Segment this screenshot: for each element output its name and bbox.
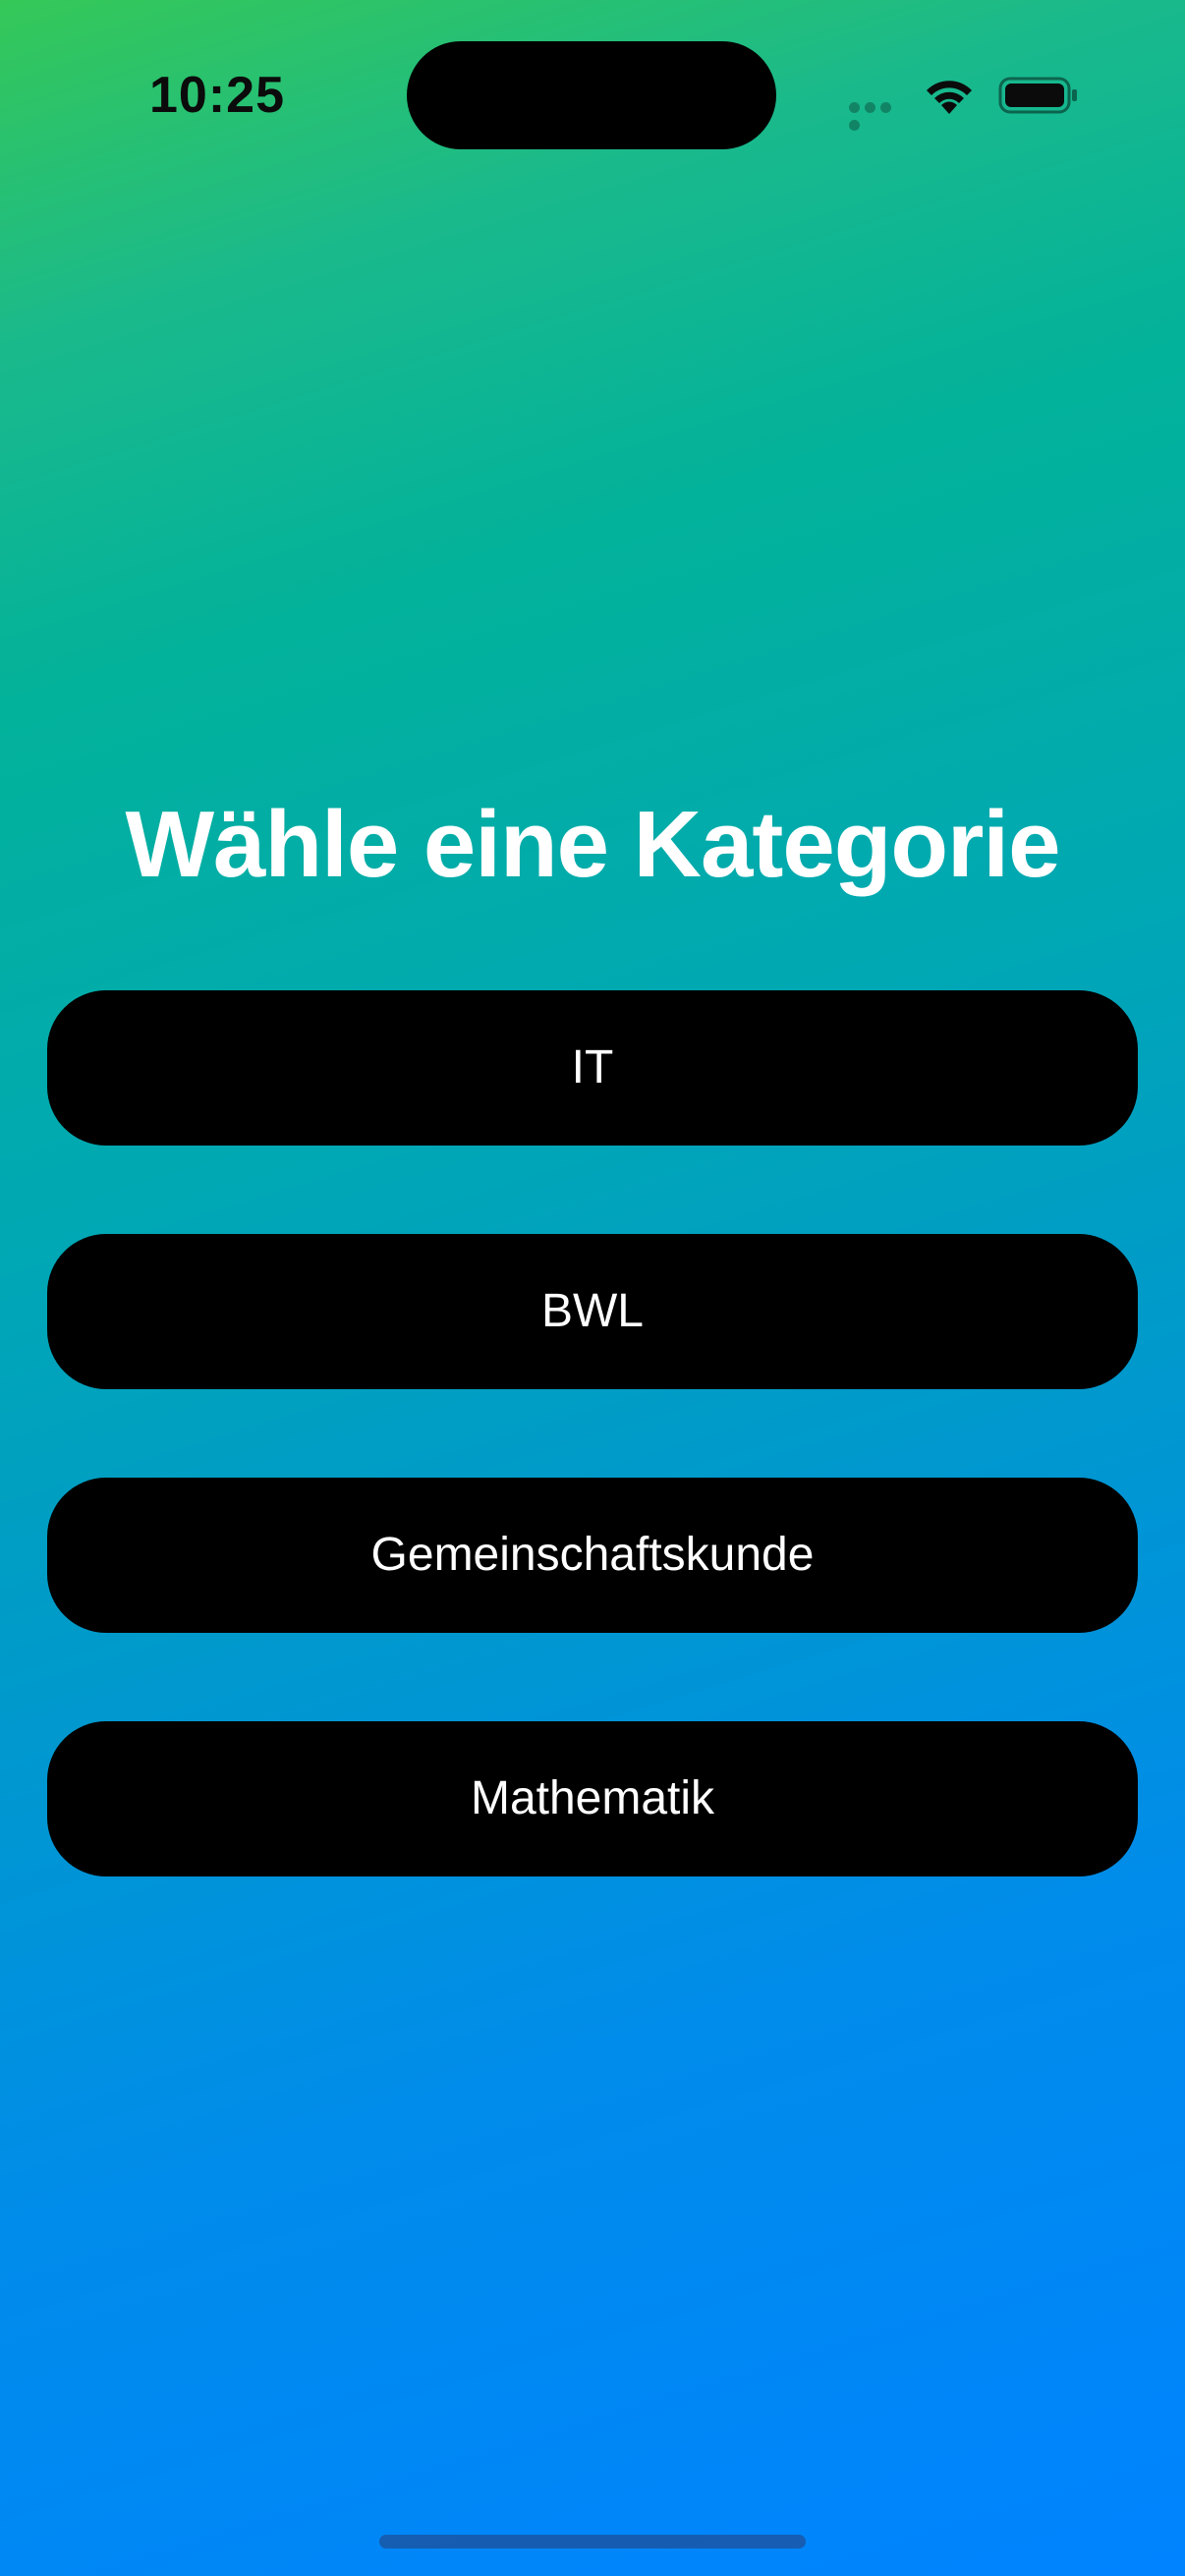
wifi-icon bbox=[927, 81, 972, 114]
category-button-label: Mathematik bbox=[470, 1772, 715, 1824]
category-button-label: BWL bbox=[540, 1285, 644, 1337]
status-time: 10:25 bbox=[149, 67, 285, 124]
category-button-it[interactable]: IT bbox=[47, 990, 1138, 1146]
category-button-mathematik[interactable]: Mathematik bbox=[47, 1721, 1138, 1876]
cellular-signal-icon bbox=[849, 102, 910, 131]
battery-icon bbox=[998, 77, 1077, 114]
home-indicator[interactable] bbox=[379, 2535, 806, 2548]
category-button-bwl[interactable]: BWL bbox=[47, 1234, 1138, 1389]
category-button-label: IT bbox=[571, 1041, 614, 1093]
category-screen: 10:25 Wähle eine Kategorie IT BWL Gemein… bbox=[0, 0, 1185, 2576]
dynamic-island bbox=[407, 41, 776, 149]
page-title: Wähle eine Kategorie bbox=[125, 792, 1061, 897]
category-button-gemeinschaftskunde[interactable]: Gemeinschaftskunde bbox=[47, 1478, 1138, 1633]
category-button-label: Gemeinschaftskunde bbox=[370, 1529, 815, 1581]
